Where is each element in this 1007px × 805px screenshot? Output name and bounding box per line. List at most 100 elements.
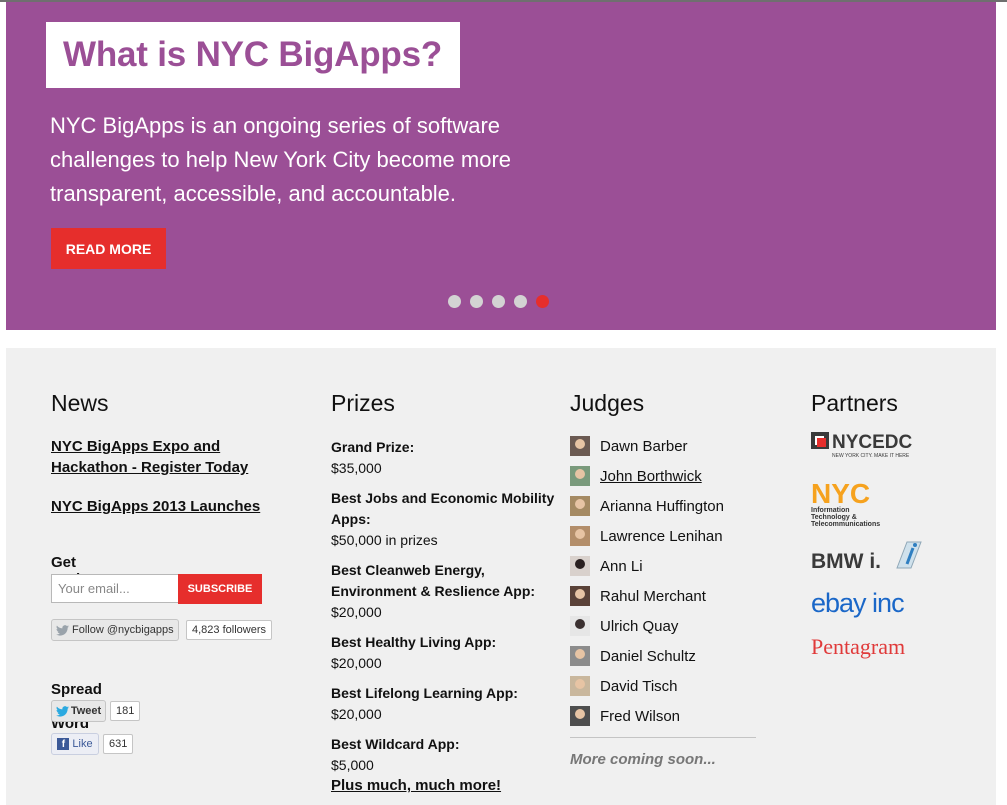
nyc-wordmark: NYC	[811, 480, 870, 509]
bmwi-logo-image: BMW i.	[811, 541, 922, 573]
judge-name: David Tisch	[600, 677, 678, 695]
prize-title: Best Wildcard App:	[331, 736, 460, 752]
judge-item: Dawn Barber	[570, 436, 688, 456]
judge-avatar	[570, 646, 590, 666]
prize-amount: $50,000 in prizes	[331, 532, 438, 548]
read-more-button[interactable]: READ MORE	[51, 228, 166, 269]
ebay-inc-logo-image: ebay inc	[811, 588, 905, 618]
news-link-2013-launches[interactable]: NYC BigApps 2013 Launches	[51, 496, 260, 517]
judge-name: Ulrich Quay	[600, 617, 679, 635]
prize-amount: $5,000	[331, 757, 374, 773]
nyc-doitt-logo-image: NYC Information Technology & Telecommuni…	[811, 478, 880, 528]
prizes-heading: Prizes	[331, 390, 395, 416]
subscribe-button[interactable]: SUBSCRIBE	[178, 574, 262, 604]
judge-name: Rahul Merchant	[600, 587, 706, 605]
judge-item: Ann Li	[570, 556, 643, 576]
doitt-line-1: Information	[811, 507, 850, 514]
prize-title: Best Healthy Living App:	[331, 634, 497, 650]
hero-carousel: What is NYC BigApps? NYC BigApps is an o…	[6, 2, 996, 330]
news-heading: News	[51, 390, 109, 416]
judge-item: Daniel Schultz	[570, 646, 696, 666]
pentagram-logo[interactable]: Pentagram	[811, 632, 931, 667]
prize-item: Best Wildcard App: $5,000	[331, 734, 561, 776]
judge-item: Rahul Merchant	[570, 586, 706, 606]
judge-link[interactable]: John Borthwick	[600, 468, 702, 485]
tweet-button[interactable]: Tweet	[51, 700, 106, 722]
nyc-doitt-logo[interactable]: NYC Information Technology & Telecommuni…	[811, 478, 926, 533]
judges-divider	[570, 737, 756, 738]
prize-title: Best Lifelong Learning App:	[331, 685, 518, 701]
partners-heading: Partners	[811, 390, 898, 416]
judges-heading: Judges	[570, 390, 645, 416]
nycedc-tagline: NEW YORK CITY. MAKE IT HERE	[832, 453, 910, 459]
tweet-label: Tweet	[70, 705, 102, 717]
news-link-expo-hackathon[interactable]: NYC BigApps Expo and Hackathon - Registe…	[51, 436, 271, 478]
hero-description: NYC BigApps is an ongoing series of soft…	[50, 113, 512, 206]
prize-item: Best Healthy Living App: $20,000	[331, 632, 561, 674]
judge-name: Arianna Huffington	[600, 497, 724, 515]
judge-item: Ulrich Quay	[570, 616, 678, 636]
bmwi-logo[interactable]: BMW i.	[811, 538, 926, 579]
judge-name: Daniel Schultz	[600, 647, 696, 665]
prize-item: Best Lifelong Learning App: $20,000	[331, 683, 561, 725]
prize-item: Grand Prize: $35,000	[331, 437, 561, 479]
judge-name: Dawn Barber	[600, 437, 688, 455]
judge-item: Lawrence Lenihan	[570, 526, 723, 546]
twitter-bird-icon	[55, 705, 69, 717]
partners-column: Partners NYCEDC NEW YORK CITY. MAKE IT H…	[811, 390, 961, 659]
prize-amount: $20,000	[331, 706, 382, 722]
judge-avatar	[570, 706, 590, 726]
nycedc-logo[interactable]: NYCEDC NEW YORK CITY. MAKE IT HERE	[811, 430, 926, 465]
prize-amount: $20,000	[331, 655, 382, 671]
prize-amount: $20,000	[331, 604, 382, 620]
judge-item: Fred Wilson	[570, 706, 680, 726]
carousel-dot-1[interactable]	[448, 295, 461, 308]
carousel-dot-4[interactable]	[514, 295, 527, 308]
more-judges-note: More coming soon...	[570, 751, 716, 768]
prize-title: Best Jobs and Economic Mobility Apps:	[331, 490, 555, 527]
judge-avatar	[570, 526, 590, 546]
carousel-dot-2[interactable]	[470, 295, 483, 308]
judge-avatar	[570, 556, 590, 576]
doitt-line-2: Technology &	[811, 514, 857, 521]
ebay-inc-logo[interactable]: ebay inc	[811, 586, 931, 627]
doitt-line-3: Telecommunications	[811, 521, 880, 528]
tweet-count: 181	[110, 701, 141, 721]
judge-name: Lawrence Lenihan	[600, 527, 723, 545]
ebay-wordmark: ebay inc	[811, 588, 904, 618]
email-input[interactable]: Your email...	[51, 574, 179, 603]
prize-title: Grand Prize:	[331, 439, 415, 455]
twitter-bird-icon	[56, 624, 69, 636]
carousel-dots	[448, 295, 549, 308]
judge-avatar	[570, 436, 590, 456]
prize-amount: $35,000	[331, 460, 382, 476]
judge-avatar	[570, 676, 590, 696]
prize-title: Best Cleanweb Energy, Environment & Resl…	[331, 562, 536, 599]
judge-avatar	[570, 616, 590, 636]
twitter-follow-button[interactable]: Follow @nycbigapps	[51, 619, 179, 641]
judge-avatar	[570, 466, 590, 486]
follow-label: Follow @nycbigapps	[72, 624, 174, 636]
bmwi-wordmark: BMW i.	[811, 550, 881, 573]
hero-title-box: What is NYC BigApps?	[46, 22, 460, 88]
more-prizes-link[interactable]: Plus much, much more!	[331, 777, 501, 794]
footer-panel: News NYC BigApps Expo and Hackathon - Re…	[6, 348, 996, 805]
hero-title: What is NYC BigApps?	[63, 35, 443, 74]
judge-item: John Borthwick	[570, 466, 702, 486]
like-label: Like	[72, 738, 93, 750]
judge-avatar	[570, 496, 590, 516]
carousel-dot-3[interactable]	[492, 295, 505, 308]
judge-name: Fred Wilson	[600, 707, 681, 725]
judge-name: Ann Li	[600, 557, 643, 575]
nycedc-logo-image: NYCEDC NEW YORK CITY. MAKE IT HERE	[811, 432, 913, 459]
carousel-dot-5[interactable]	[536, 295, 549, 308]
pentagram-logo-image: Pentagram	[811, 634, 905, 659]
prizes-column: Prizes Grand Prize: $35,000 Best Jobs an…	[331, 390, 561, 794]
judge-avatar	[570, 586, 590, 606]
facebook-like-button[interactable]: f Like	[51, 733, 99, 755]
like-count: 631	[103, 734, 134, 754]
nycedc-wordmark: NYCEDC	[832, 432, 913, 453]
facebook-icon: f	[57, 738, 70, 750]
prize-item: Best Cleanweb Energy, Environment & Resl…	[331, 560, 561, 623]
followers-count: 4,823 followers	[186, 620, 272, 640]
